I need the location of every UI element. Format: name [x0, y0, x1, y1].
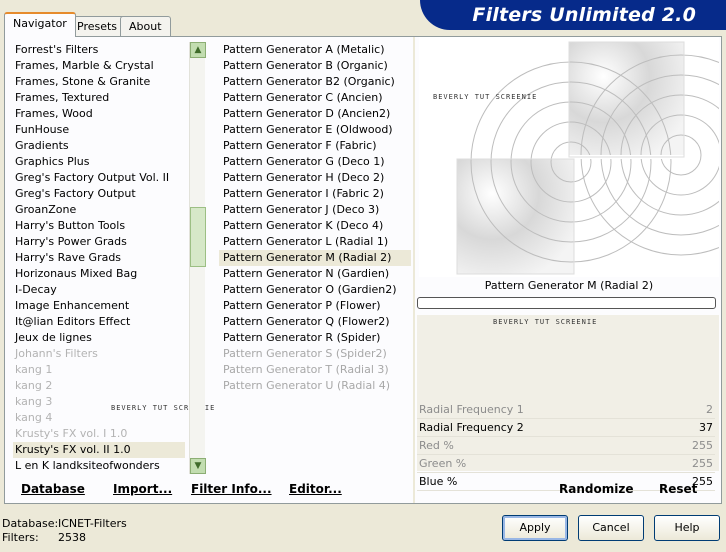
filter-item[interactable]: Pattern Generator G (Deco 1) — [219, 154, 411, 170]
param-row[interactable]: Radial Frequency 1 2 — [417, 401, 715, 419]
scroll-down-arrow-icon[interactable]: ▼ — [190, 458, 206, 474]
category-item[interactable]: Krusty's FX vol. I 1.0 — [13, 426, 185, 442]
category-item[interactable]: L en K landksiteofwonders — [13, 458, 185, 474]
category-item[interactable]: It@lian Editors Effect — [13, 314, 185, 330]
category-item[interactable]: kang 4 — [13, 410, 185, 426]
category-item[interactable]: Frames, Textured — [13, 90, 185, 106]
navigator-panel: Forrest's Filters Frames, Marble & Crysta… — [4, 36, 722, 504]
filter-item[interactable]: Pattern Generator K (Deco 4) — [219, 218, 411, 234]
preview-watermark-text: BEVERLY TUT SCREENIE — [433, 93, 538, 101]
filter-item[interactable]: Pattern Generator Q (Flower2) — [219, 314, 411, 330]
preview-pattern — [456, 41, 719, 275]
filter-item[interactable]: Pattern Generator H (Deco 2) — [219, 170, 411, 186]
apply-button[interactable]: Apply — [502, 515, 568, 541]
scroll-thumb[interactable] — [190, 207, 206, 267]
param-row[interactable]: Radial Frequency 2 37 — [417, 419, 715, 437]
filter-item[interactable]: Pattern Generator C (Ancien) — [219, 90, 411, 106]
filter-item[interactable]: Pattern Generator A (Metalic) — [219, 42, 411, 58]
filter-item[interactable]: Pattern Generator D (Ancien2) — [219, 106, 411, 122]
filter-item[interactable]: Pattern Generator N (Gardien) — [219, 266, 411, 282]
filter-item[interactable]: Pattern Generator S (Spider2) — [219, 346, 411, 362]
tab-about[interactable]: About — [120, 16, 171, 36]
category-item[interactable]: Harry's Power Grads — [13, 234, 185, 250]
category-item[interactable]: GroanZone — [13, 202, 185, 218]
category-item[interactable]: Greg's Factory Output Vol. II — [13, 170, 185, 186]
app-banner: Filters Unlimited 2.0 — [420, 0, 726, 30]
filter-item[interactable]: Pattern Generator T (Radial 3) — [219, 362, 411, 378]
category-item[interactable]: Horizonaus Mixed Bag — [13, 266, 185, 282]
category-item[interactable]: Johann's Filters — [13, 346, 185, 362]
params-watermark-text: BEVERLY TUT SCREENIE — [493, 318, 598, 326]
parameters-panel: BEVERLY TUT SCREENIE Radial Frequency 1 2… — [417, 315, 719, 491]
tab-navigator[interactable]: Navigator — [4, 12, 76, 37]
selected-filter-name: Pattern Generator M (Radial 2) — [484, 279, 654, 292]
filter-list[interactable]: Pattern Generator A (Metalic) Pattern Gen… — [219, 42, 411, 474]
param-value[interactable]: 255 — [692, 437, 713, 455]
filter-item[interactable]: Pattern Generator U (Radial 4) — [219, 378, 411, 394]
category-item[interactable]: kang 2 — [13, 378, 185, 394]
filter-item[interactable]: Pattern Generator O (Gardien2) — [219, 282, 411, 298]
editor-button[interactable]: Editor... — [289, 482, 342, 496]
category-item[interactable]: Image Enhancement — [13, 298, 185, 314]
category-item[interactable]: Frames, Wood — [13, 106, 185, 122]
param-label: Radial Frequency 2 — [419, 421, 524, 434]
filter-item[interactable]: Pattern Generator J (Deco 3) — [219, 202, 411, 218]
filter-item[interactable]: Pattern Generator B2 (Organic) — [219, 74, 411, 90]
filter-item[interactable]: Pattern Generator P (Flower) — [219, 298, 411, 314]
param-label: Red % — [419, 439, 454, 452]
bottom-links: Database Import... Filter Info... Editor… — [5, 477, 721, 503]
filter-info-button[interactable]: Filter Info... — [191, 482, 272, 496]
category-item[interactable]: kang 1 — [13, 362, 185, 378]
category-item[interactable]: Jeux de lignes — [13, 330, 185, 346]
filters-count-status: Filters: 2538 — [2, 531, 86, 544]
database-button[interactable]: Database — [21, 482, 85, 496]
category-scrollbar[interactable]: ▲ ▼ — [189, 42, 206, 474]
category-item[interactable]: FunHouse — [13, 122, 185, 138]
help-button[interactable]: Help — [654, 515, 720, 541]
filter-item[interactable]: Pattern Generator E (Oldwood) — [219, 122, 411, 138]
param-row[interactable]: Green % 255 — [417, 455, 715, 473]
app-title: Filters Unlimited 2.0 — [472, 4, 696, 26]
param-value[interactable]: 2 — [706, 401, 713, 419]
reset-button[interactable]: Reset — [659, 482, 697, 496]
filter-item[interactable]: Pattern Generator F (Fabric) — [219, 138, 411, 154]
category-item[interactable]: Greg's Factory Output — [13, 186, 185, 202]
param-row[interactable]: Red % 255 — [417, 437, 715, 455]
panel-divider — [413, 37, 415, 503]
param-value[interactable]: 255 — [692, 455, 713, 473]
tab-presets[interactable]: Presets — [68, 16, 127, 36]
category-item[interactable]: Harry's Rave Grads — [13, 250, 185, 266]
category-item[interactable]: Krusty's FX vol. II 1.0 — [13, 442, 185, 458]
filter-item[interactable]: Pattern Generator M (Radial 2) — [219, 250, 411, 266]
category-item[interactable]: Gradients — [13, 138, 185, 154]
randomize-button[interactable]: Randomize — [559, 482, 633, 496]
filter-item[interactable]: Pattern Generator L (Radial 1) — [219, 234, 411, 250]
filter-item[interactable]: Pattern Generator I (Fabric 2) — [219, 186, 411, 202]
filter-item[interactable]: Pattern Generator B (Organic) — [219, 58, 411, 74]
category-item[interactable]: Forrest's Filters — [13, 42, 185, 58]
preview-image: BEVERLY TUT SCREENIE — [419, 37, 719, 277]
param-label: Green % — [419, 457, 467, 470]
category-item[interactable]: I-Decay — [13, 282, 185, 298]
category-item[interactable]: Frames, Stone & Granite — [13, 74, 185, 90]
scroll-up-arrow-icon[interactable]: ▲ — [190, 42, 206, 58]
category-item[interactable]: Graphics Plus — [13, 154, 185, 170]
param-value[interactable]: 37 — [699, 419, 713, 437]
progress-bar — [417, 297, 716, 309]
import-button[interactable]: Import... — [113, 482, 172, 496]
param-label: Radial Frequency 1 — [419, 403, 524, 416]
category-item[interactable]: Harry's Button Tools — [13, 218, 185, 234]
database-status: Database: ICNET-Filters — [2, 517, 127, 530]
cancel-button[interactable]: Cancel — [578, 515, 644, 541]
category-item[interactable]: Frames, Marble & Crystal — [13, 58, 185, 74]
filter-item[interactable]: Pattern Generator R (Spider) — [219, 330, 411, 346]
